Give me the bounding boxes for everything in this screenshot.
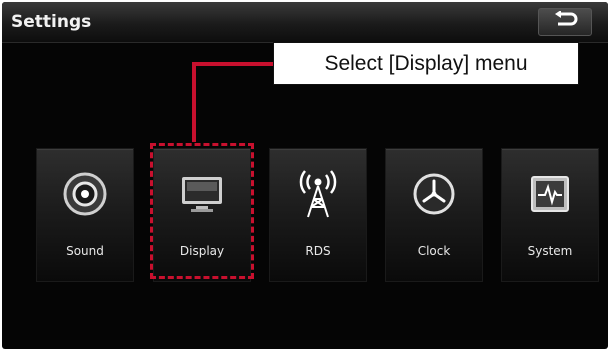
clock-icon (409, 169, 459, 219)
system-tile[interactable]: System (501, 148, 599, 282)
callout-line-vertical (192, 64, 196, 142)
clock-tile[interactable]: Clock (385, 148, 483, 282)
return-arrow-icon (552, 9, 578, 34)
settings-screen: Settings Sound Display RDS Clock System … (2, 2, 608, 349)
sound-label: Sound (66, 244, 104, 258)
display-highlight-frame (150, 143, 254, 279)
callout-text-box: Select [Display] menu (273, 42, 579, 85)
rds-label: RDS (305, 244, 331, 258)
back-button[interactable] (538, 8, 592, 36)
system-label: System (527, 244, 573, 258)
rds-tile[interactable]: RDS (269, 148, 367, 282)
speaker-icon (60, 169, 110, 219)
clock-label: Clock (417, 244, 451, 258)
radio-tower-icon (293, 169, 343, 219)
header-bar: Settings (2, 2, 608, 43)
system-monitor-icon (525, 169, 575, 219)
page-title: Settings (11, 12, 92, 32)
sound-tile[interactable]: Sound (36, 148, 134, 282)
callout-line-horizontal (192, 62, 274, 66)
